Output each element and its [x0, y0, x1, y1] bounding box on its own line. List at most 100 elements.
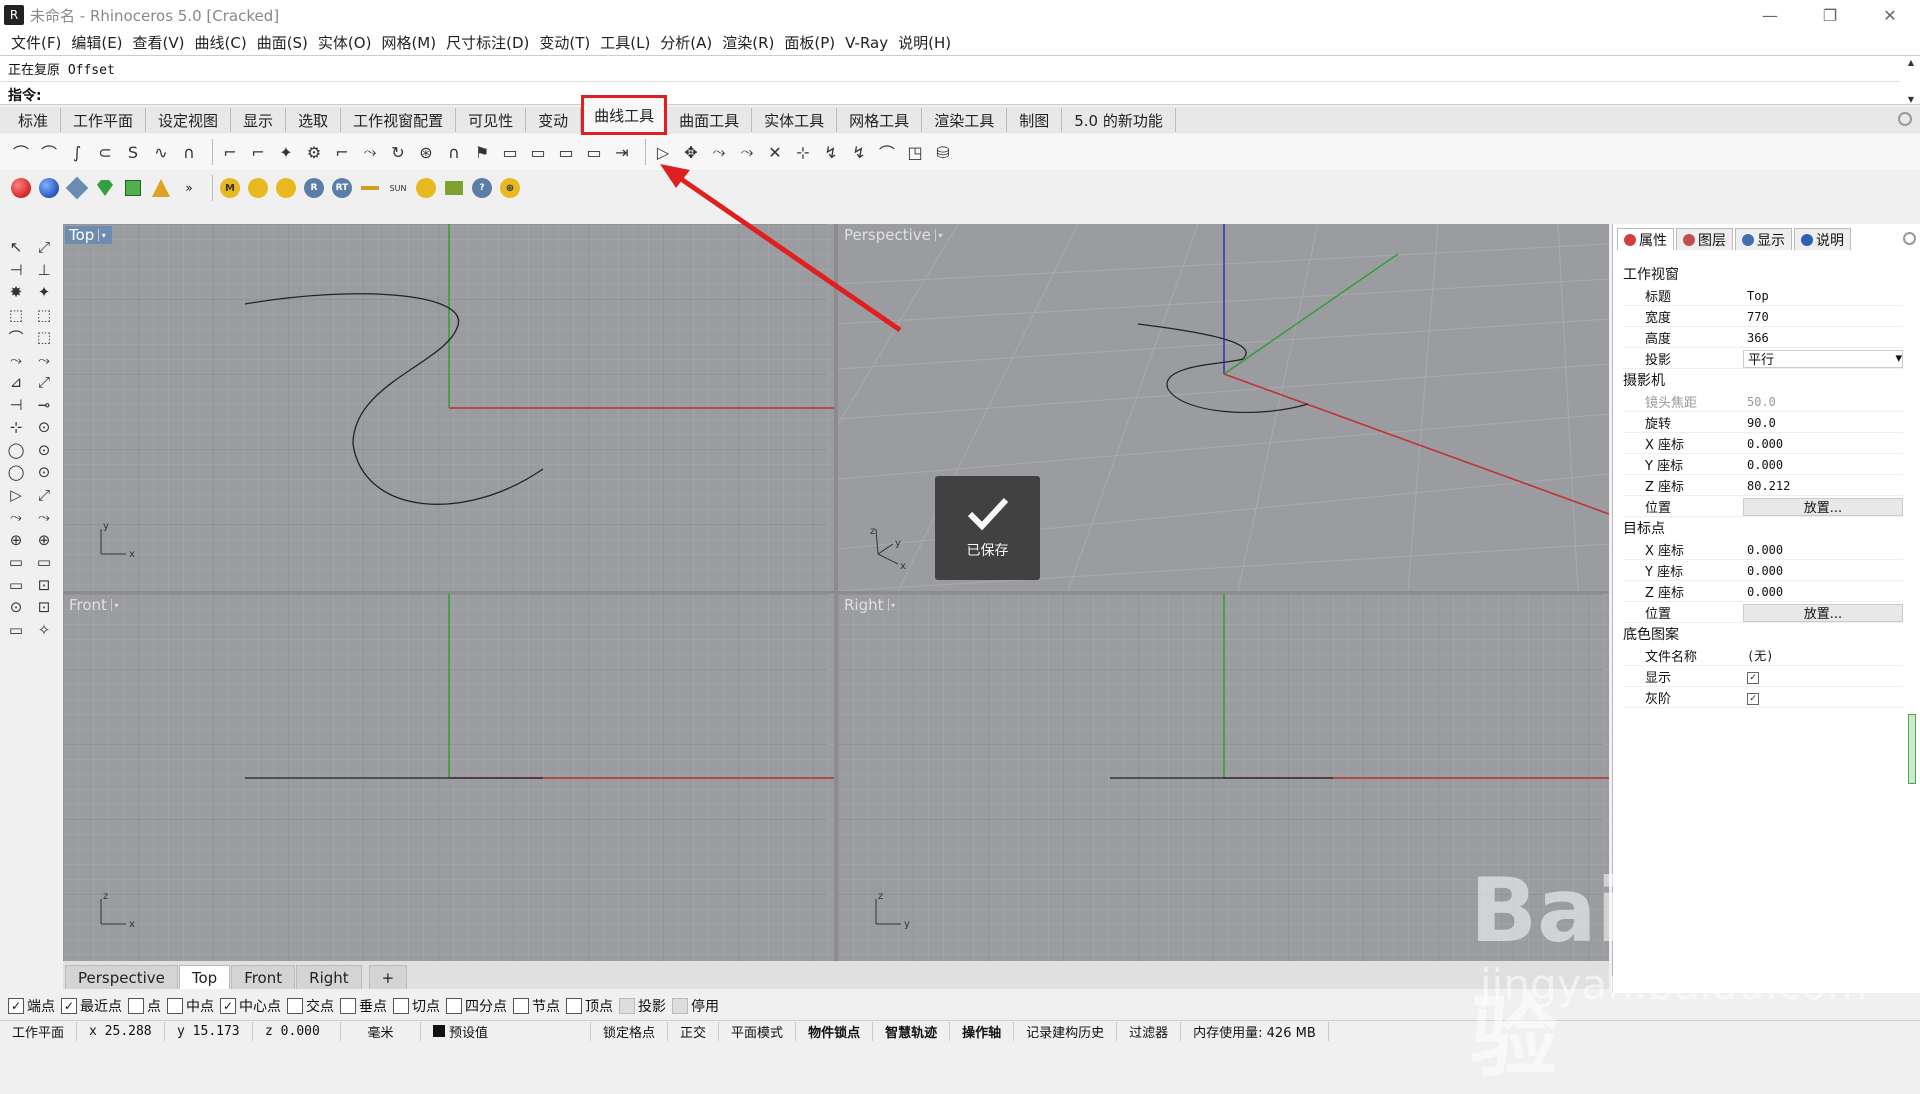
- left-tool-icon[interactable]: ⊙: [32, 416, 56, 438]
- left-tool-icon[interactable]: ⤳: [32, 506, 56, 528]
- curve-tool-icon[interactable]: ↯: [820, 141, 842, 163]
- osnap-checkbox[interactable]: [619, 998, 635, 1014]
- left-tool-icon[interactable]: ⊡: [32, 596, 56, 618]
- curve-tool-icon[interactable]: ∿: [150, 141, 172, 163]
- panel-settings-gear-icon[interactable]: [1903, 232, 1916, 245]
- left-tool-icon[interactable]: ⬚: [32, 326, 56, 348]
- red-material-sphere-icon[interactable]: [10, 177, 32, 199]
- status-cplane[interactable]: 工作平面: [0, 1021, 78, 1041]
- osnap-checkbox[interactable]: [566, 998, 582, 1014]
- left-tool-icon[interactable]: ✸: [4, 281, 28, 303]
- property-checkbox[interactable]: ✓: [1747, 692, 1759, 705]
- vray-tag2-icon[interactable]: [275, 177, 297, 199]
- left-tool-icon[interactable]: ◯: [4, 461, 28, 483]
- status-unit[interactable]: 毫米: [341, 1021, 422, 1041]
- tab-10[interactable]: 实体工具: [752, 108, 838, 132]
- panel-tab-3[interactable]: 说明: [1794, 228, 1851, 250]
- command-scrollbar[interactable]: ▲ ▼: [1904, 58, 1918, 104]
- osnap-checkbox[interactable]: [513, 998, 529, 1014]
- osnap-0[interactable]: ✓ 端点: [8, 996, 55, 1016]
- left-tool-icon[interactable]: ⤳: [4, 506, 28, 528]
- tab-1[interactable]: 工作平面: [61, 108, 147, 132]
- panel-tab-0[interactable]: 属性: [1617, 228, 1674, 250]
- box-render-icon[interactable]: [65, 176, 89, 200]
- tab-0[interactable]: 标准: [6, 108, 62, 132]
- panel-scrollbar[interactable]: [1908, 714, 1916, 784]
- place-button[interactable]: 放置...: [1743, 603, 1903, 622]
- tab-11[interactable]: 网格工具: [837, 108, 923, 132]
- right-viewport[interactable]: Right ▾ z y: [838, 594, 1609, 961]
- osnap-checkbox[interactable]: ✓: [61, 998, 77, 1014]
- status-toggle[interactable]: 智慧轨迹: [873, 1021, 951, 1041]
- vray-light-icon[interactable]: [359, 177, 381, 199]
- curve-tool-icon[interactable]: ⤳: [736, 141, 758, 163]
- left-tool-icon[interactable]: ⤳: [4, 349, 28, 371]
- left-tool-icon[interactable]: ▷: [4, 484, 28, 506]
- osnap-1[interactable]: ✓ 最近点: [61, 996, 122, 1016]
- menu-item[interactable]: 面板(P): [779, 32, 840, 53]
- vray-sun-icon[interactable]: SUN: [387, 177, 409, 199]
- tab-14[interactable]: 5.0 的新功能: [1062, 108, 1176, 132]
- left-tool-icon[interactable]: ↖: [4, 236, 28, 258]
- curve-tool-icon[interactable]: ⚙: [303, 141, 325, 163]
- curve-tool-icon[interactable]: ⌐: [331, 141, 353, 163]
- menu-item[interactable]: 曲线(C): [190, 32, 252, 53]
- cone-icon[interactable]: [150, 177, 172, 199]
- viewport-tab-right[interactable]: Right: [296, 965, 362, 989]
- status-toggle[interactable]: 平面模式: [719, 1021, 797, 1041]
- osnap-3[interactable]: 中点: [167, 996, 214, 1016]
- menu-item[interactable]: 变动(T): [534, 32, 595, 53]
- more-tools-icon[interactable]: »: [178, 177, 200, 199]
- green-box-icon[interactable]: [122, 177, 144, 199]
- curve-tool-icon[interactable]: ∫: [66, 141, 88, 163]
- panel-tab-1[interactable]: 图层: [1676, 228, 1733, 250]
- tab-5[interactable]: 工作视窗配置: [341, 108, 457, 132]
- osnap-4[interactable]: ✓ 中心点: [220, 996, 281, 1016]
- curve-tool-icon[interactable]: ✦: [275, 141, 297, 163]
- status-toggle[interactable]: 过滤器: [1117, 1021, 1182, 1041]
- curve-tool-icon[interactable]: ⚑: [471, 141, 493, 163]
- left-tool-icon[interactable]: ⤢: [32, 484, 56, 506]
- property-value[interactable]: 0.000: [1743, 437, 1903, 451]
- front-viewport[interactable]: Front ▾ z x: [63, 594, 834, 961]
- status-toggle[interactable]: 正交: [668, 1021, 720, 1041]
- vray-lamp-icon[interactable]: [415, 177, 437, 199]
- osnap-12[interactable]: 停用: [672, 996, 719, 1016]
- curve-tool-icon[interactable]: ∩: [178, 141, 200, 163]
- minimize-icon[interactable]: —: [1740, 0, 1800, 30]
- tab-3[interactable]: 显示: [231, 108, 287, 132]
- top-viewport-title[interactable]: Top ▾: [65, 226, 113, 244]
- viewport-tab-top[interactable]: Top: [178, 965, 231, 989]
- left-tool-icon[interactable]: ⬚: [32, 304, 56, 326]
- curve-tool-icon[interactable]: ⇥: [611, 141, 633, 163]
- osnap-5[interactable]: 交点: [287, 996, 334, 1016]
- menu-item[interactable]: 工具(L): [595, 32, 655, 53]
- osnap-8[interactable]: 四分点: [446, 996, 507, 1016]
- left-tool-icon[interactable]: ✦: [32, 281, 56, 303]
- left-tool-icon[interactable]: ▭: [4, 551, 28, 573]
- curve-tool-icon[interactable]: ⌒: [876, 141, 898, 163]
- osnap-checkbox[interactable]: ✓: [220, 998, 236, 1014]
- left-tool-icon[interactable]: ⊙: [4, 596, 28, 618]
- property-value[interactable]: 80.212: [1743, 479, 1903, 493]
- tab-13[interactable]: 制图: [1007, 108, 1063, 132]
- curve-tool-icon[interactable]: ✕: [764, 141, 786, 163]
- curve-tool-icon[interactable]: ◳: [904, 141, 926, 163]
- vray-tag-icon[interactable]: [247, 177, 269, 199]
- curve-tool-icon[interactable]: ⌐: [247, 141, 269, 163]
- osnap-7[interactable]: 切点: [393, 996, 440, 1016]
- top-viewport[interactable]: Top ▾ y x: [63, 224, 834, 591]
- viewport-tab-front[interactable]: Front: [231, 965, 296, 989]
- curve-tool-icon[interactable]: ↻: [387, 141, 409, 163]
- curve-tool-icon[interactable]: ▭: [583, 141, 605, 163]
- tab-4[interactable]: 选取: [286, 108, 342, 132]
- property-value[interactable]: 50.0: [1743, 395, 1903, 409]
- curve-tool-icon[interactable]: ⛁: [932, 141, 954, 163]
- left-tool-icon[interactable]: ⤳: [32, 349, 56, 371]
- left-tool-icon[interactable]: ▭: [4, 619, 28, 641]
- front-viewport-title[interactable]: Front ▾: [65, 596, 125, 614]
- property-value[interactable]: 0.000: [1743, 458, 1903, 472]
- property-value[interactable]: 366: [1743, 331, 1903, 345]
- restore-icon[interactable]: ❐: [1800, 0, 1860, 30]
- menu-item[interactable]: 曲面(S): [252, 32, 313, 53]
